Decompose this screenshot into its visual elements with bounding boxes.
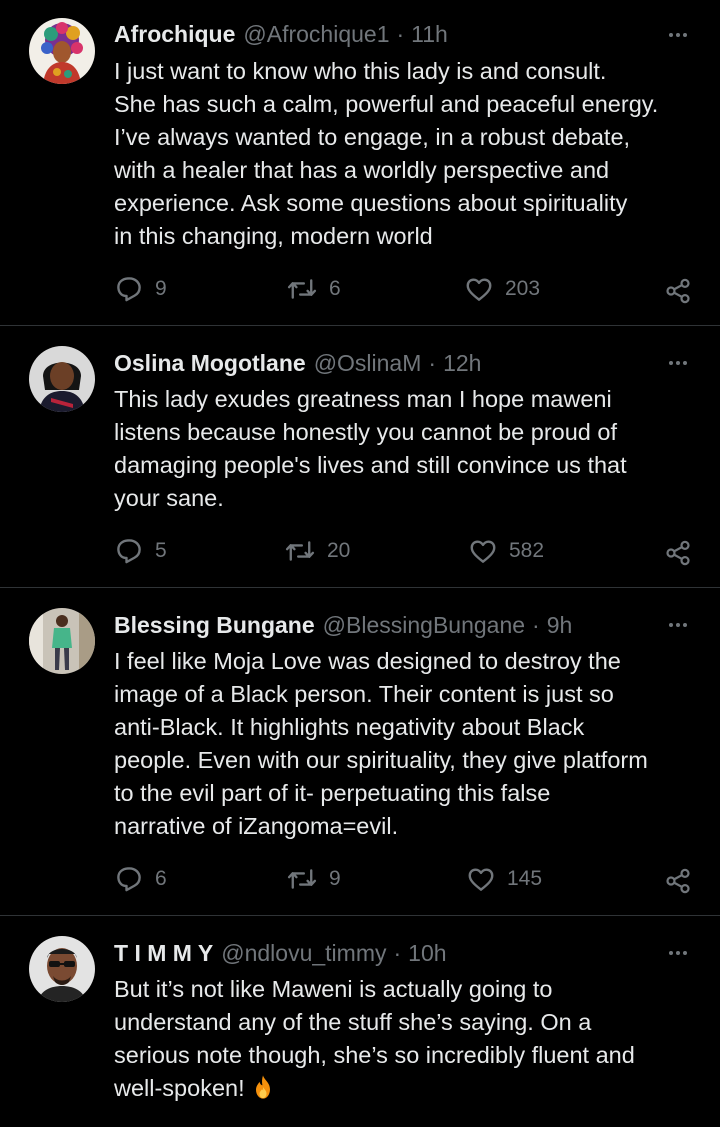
timestamp[interactable]: 10h xyxy=(408,940,446,967)
like-count: 145 xyxy=(507,867,543,890)
reply-icon xyxy=(117,277,141,302)
timestamp[interactable]: 9h xyxy=(547,612,573,639)
like-button[interactable]: 203 xyxy=(464,274,540,304)
share-button[interactable] xyxy=(664,276,692,306)
tweet[interactable]: T I M M Y @ndlovu_timmy · 10h But it’s n… xyxy=(0,916,720,1127)
like-count: 203 xyxy=(505,277,541,300)
display-name[interactable]: Afrochique xyxy=(114,21,235,48)
timestamp[interactable]: 12h xyxy=(443,350,481,377)
more-options-button[interactable] xyxy=(666,613,690,637)
tweet[interactable]: Afrochique @Afrochique1 · 11h I just wan… xyxy=(0,0,720,326)
display-name[interactable]: Oslina Mogotlane xyxy=(114,350,306,377)
retweet-button[interactable]: 20 xyxy=(284,536,350,566)
like-count: 582 xyxy=(509,539,545,562)
share-button[interactable] xyxy=(664,866,692,896)
reply-count: 5 xyxy=(155,539,167,562)
tweet-header: Afrochique @Afrochique1 · 11h xyxy=(114,19,690,49)
more-dots-icon xyxy=(669,33,687,37)
heart-icon xyxy=(470,540,496,563)
user-handle[interactable]: @Afrochique1 xyxy=(243,21,389,48)
tweet-text: I just want to know who this lady is and… xyxy=(114,58,659,249)
user-handle[interactable]: @ndlovu_timmy xyxy=(221,940,386,967)
more-dots-icon xyxy=(669,361,687,365)
heart-icon xyxy=(468,868,494,891)
more-dots-icon xyxy=(669,951,687,955)
share-icon xyxy=(666,540,690,566)
share-icon xyxy=(666,278,690,304)
action-bar: 5 20 582 xyxy=(114,536,692,566)
action-bar: 9 6 203 xyxy=(114,274,692,304)
like-button[interactable]: 145 xyxy=(466,864,542,894)
separator-dot: · xyxy=(396,20,405,47)
retweet-count: 6 xyxy=(329,277,341,300)
full-body-photo-avatar-icon xyxy=(29,608,95,674)
user-handle[interactable]: @BlessingBungane xyxy=(323,612,525,639)
reply-button[interactable]: 9 xyxy=(114,274,167,304)
retweet-icon xyxy=(287,279,317,299)
reply-count: 6 xyxy=(155,867,167,890)
like-button[interactable]: 582 xyxy=(468,536,544,566)
display-name[interactable]: T I M M Y xyxy=(114,940,213,967)
timestamp[interactable]: 11h xyxy=(411,21,448,48)
tweet[interactable]: Blessing Bungane @BlessingBungane · 9h I… xyxy=(0,588,720,916)
more-options-button[interactable] xyxy=(666,23,690,47)
separator-dot: · xyxy=(532,611,540,638)
retweet-button[interactable]: 6 xyxy=(286,274,341,304)
tweet[interactable]: Oslina Mogotlane @OslinaM · 12h This lad… xyxy=(0,326,720,588)
retweet-button[interactable]: 9 xyxy=(286,864,341,894)
more-dots-icon xyxy=(669,623,687,627)
heart-icon xyxy=(466,278,492,301)
reply-icon xyxy=(117,539,141,564)
tweet-text: I feel like Moja Love was designed to de… xyxy=(114,648,648,839)
tweet-header: T I M M Y @ndlovu_timmy · 10h xyxy=(114,938,690,968)
fire-emoji-icon xyxy=(255,1075,270,1099)
retweet-icon xyxy=(287,869,317,889)
more-options-button[interactable] xyxy=(666,351,690,375)
reply-feed: Afrochique @Afrochique1 · 11h I just wan… xyxy=(0,0,720,1127)
reply-button[interactable]: 6 xyxy=(114,864,167,894)
action-bar: 6 9 145 xyxy=(114,864,692,894)
colorful-portrait-avatar-icon xyxy=(29,18,95,84)
avatar[interactable] xyxy=(29,18,95,84)
man-sunglasses-avatar-icon xyxy=(29,936,95,1002)
separator-dot: · xyxy=(393,939,402,966)
display-name[interactable]: Blessing Bungane xyxy=(114,612,315,639)
user-handle[interactable]: @OslinaM xyxy=(314,350,422,377)
retweet-count: 20 xyxy=(327,539,351,562)
reply-button[interactable]: 5 xyxy=(114,536,167,566)
tweet-text: But it’s not like Maweni is actually goi… xyxy=(114,973,704,1105)
tweet-header: Blessing Bungane @BlessingBungane · 9h xyxy=(114,610,690,640)
avatar[interactable] xyxy=(29,936,95,1002)
avatar[interactable] xyxy=(29,608,95,674)
woman-portrait-avatar-icon xyxy=(29,346,95,412)
more-options-button[interactable] xyxy=(666,941,690,965)
avatar[interactable] xyxy=(29,346,95,412)
tweet-text: This lady exudes greatness man I hope ma… xyxy=(114,386,627,511)
reply-icon xyxy=(117,867,141,892)
reply-count: 9 xyxy=(155,277,167,300)
retweet-icon xyxy=(285,541,315,561)
separator-dot: · xyxy=(428,349,437,376)
tweet-text-body: But it’s not like Maweni is actually goi… xyxy=(114,976,635,1101)
share-icon xyxy=(666,868,690,894)
retweet-count: 9 xyxy=(329,867,341,890)
tweet-header: Oslina Mogotlane @OslinaM · 12h xyxy=(114,348,690,378)
share-button[interactable] xyxy=(664,538,692,568)
